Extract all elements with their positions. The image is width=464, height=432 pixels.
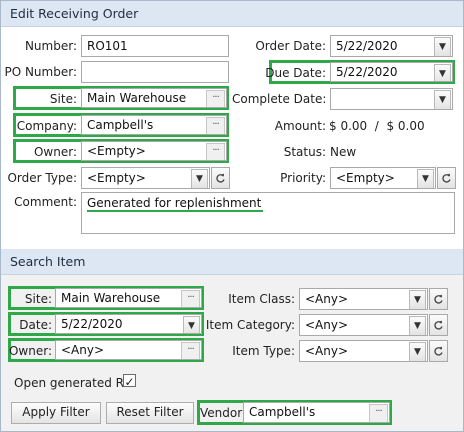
due-date-value: 5/22/2020 xyxy=(336,65,398,79)
search-site-ellipsis-icon[interactable]: ··· xyxy=(181,290,200,307)
order-date-picker[interactable]: 5/22/2020 ▼ xyxy=(330,35,453,57)
apply-filter-button[interactable]: Apply Filter xyxy=(11,402,101,424)
owner-field[interactable]: <Empty> ··· xyxy=(81,141,227,161)
number-field[interactable]: RO101 xyxy=(81,35,229,57)
edit-order-header: Edit Receiving Order xyxy=(1,1,463,27)
item-category-label: Item Category: xyxy=(205,318,295,332)
amount-value: $ 0.00 / $ 0.00 xyxy=(329,119,425,133)
search-owner-value: <Any> xyxy=(61,343,105,357)
company-value: Campbell's xyxy=(87,118,154,132)
search-owner-label: Owner: xyxy=(8,344,52,358)
reset-filter-button[interactable]: Reset Filter xyxy=(106,402,194,424)
status-value: New xyxy=(330,145,357,159)
open-generated-checkbox[interactable]: ✓ xyxy=(123,374,136,389)
vendor-ellipsis-icon[interactable]: ··· xyxy=(369,404,388,422)
priority-value: <Empty> xyxy=(336,171,395,185)
company-ellipsis-icon[interactable]: ··· xyxy=(206,117,225,134)
vendor-value: Campbell's xyxy=(249,405,316,419)
priority-refresh-icon[interactable] xyxy=(437,167,456,189)
site-label: Site: xyxy=(49,92,77,106)
search-site-label: Site: xyxy=(24,292,52,306)
comment-value: Generated for replenishment xyxy=(87,196,264,212)
company-field[interactable]: Campbell's ··· xyxy=(81,115,227,135)
company-label: Company: xyxy=(16,119,77,133)
search-owner-ellipsis-icon[interactable]: ··· xyxy=(181,342,200,359)
item-category-select[interactable]: <Any> ▼ xyxy=(299,314,428,336)
chevron-down-icon[interactable]: ▼ xyxy=(183,316,200,333)
priority-select[interactable]: <Empty> ▼ xyxy=(330,167,436,189)
vendor-label: Vendor: xyxy=(200,406,246,420)
open-generated-label: Open generated RO xyxy=(14,376,134,390)
chevron-down-icon[interactable]: ▼ xyxy=(417,169,434,188)
due-date-picker[interactable]: 5/22/2020 ▼ xyxy=(330,62,453,82)
chevron-down-icon[interactable]: ▼ xyxy=(434,64,451,81)
comment-field[interactable]: Generated for replenishment xyxy=(81,192,455,234)
site-ellipsis-icon[interactable]: ··· xyxy=(206,90,225,107)
item-class-label: Item Class: xyxy=(228,292,295,306)
chevron-down-icon[interactable]: ▼ xyxy=(409,316,426,335)
site-field[interactable]: Main Warehouse ··· xyxy=(81,88,227,108)
search-site-value: Main Warehouse xyxy=(61,291,161,305)
order-type-value: <Empty> xyxy=(87,171,146,185)
po-number-field[interactable] xyxy=(81,61,229,83)
chevron-down-icon[interactable]: ▼ xyxy=(409,342,426,361)
priority-label: Priority: xyxy=(280,171,326,185)
order-date-label: Order Date: xyxy=(255,39,326,53)
chevron-down-icon[interactable]: ▼ xyxy=(434,90,451,109)
complete-date-picker[interactable]: ▼ xyxy=(330,88,453,110)
owner-ellipsis-icon[interactable]: ··· xyxy=(206,143,225,160)
search-item-header: Search Item xyxy=(1,249,463,275)
item-type-refresh-icon[interactable] xyxy=(429,340,448,362)
order-type-select[interactable]: <Empty> ▼ xyxy=(81,167,210,189)
order-type-refresh-icon[interactable] xyxy=(211,167,230,189)
search-site-field[interactable]: Main Warehouse ··· xyxy=(55,288,202,308)
site-value: Main Warehouse xyxy=(87,91,187,105)
search-date-value: 5/22/2020 xyxy=(61,317,123,331)
order-type-label: Order Type: xyxy=(7,171,77,185)
search-owner-field[interactable]: <Any> ··· xyxy=(55,340,202,360)
owner-value: <Empty> xyxy=(87,144,146,158)
search-date-label: Date: xyxy=(19,318,52,332)
amount-label: Amount: xyxy=(274,119,326,133)
status-label: Status: xyxy=(283,145,326,159)
due-date-label: Due Date: xyxy=(265,66,326,80)
item-class-select[interactable]: <Any> ▼ xyxy=(299,288,428,310)
item-type-select[interactable]: <Any> ▼ xyxy=(299,340,428,362)
checkmark-icon: ✓ xyxy=(124,375,135,389)
item-category-refresh-icon[interactable] xyxy=(429,314,448,336)
search-item-title: Search Item xyxy=(10,254,86,269)
chevron-down-icon[interactable]: ▼ xyxy=(409,290,426,309)
complete-date-label: Complete Date: xyxy=(232,92,327,106)
edit-order-title: Edit Receiving Order xyxy=(10,6,139,21)
item-type-value: <Any> xyxy=(305,344,349,358)
item-class-value: <Any> xyxy=(305,292,349,306)
comment-label: Comment: xyxy=(14,195,77,209)
owner-label: Owner: xyxy=(33,145,77,159)
item-category-value: <Any> xyxy=(305,318,349,332)
chevron-down-icon[interactable]: ▼ xyxy=(191,169,208,188)
item-type-label: Item Type: xyxy=(232,344,295,358)
number-label: Number: xyxy=(24,39,77,53)
order-date-value: 5/22/2020 xyxy=(336,39,398,53)
item-class-refresh-icon[interactable] xyxy=(429,288,448,310)
search-date-picker[interactable]: 5/22/2020 ▼ xyxy=(55,314,202,334)
chevron-down-icon[interactable]: ▼ xyxy=(434,37,451,56)
po-number-label: PO Number: xyxy=(4,65,77,79)
vendor-field[interactable]: Campbell's ··· xyxy=(243,402,390,423)
